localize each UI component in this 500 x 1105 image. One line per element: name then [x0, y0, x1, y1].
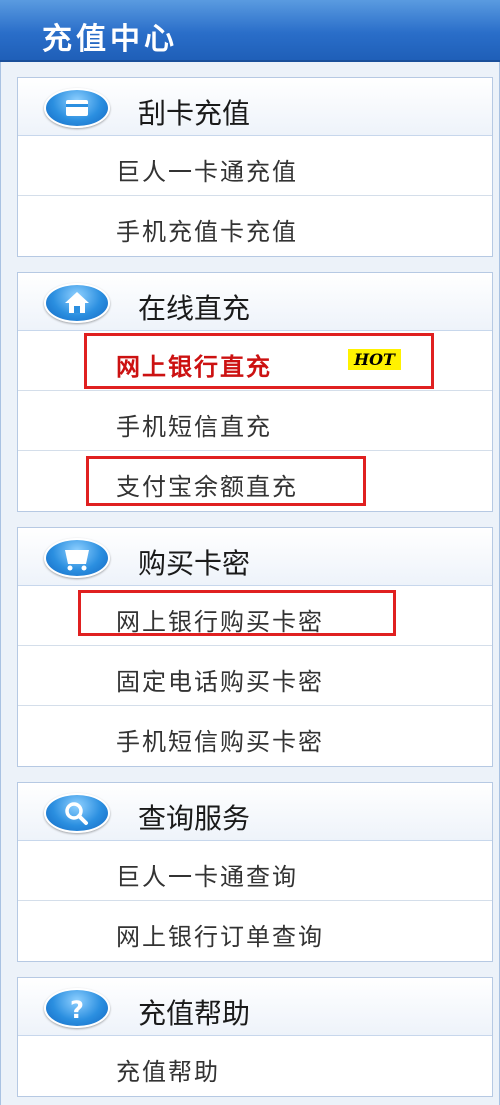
highlight-box — [84, 333, 434, 389]
help-icon: ? — [44, 988, 110, 1028]
section-title: 刮卡充值 — [138, 97, 251, 130]
svg-text:?: ? — [70, 996, 84, 1024]
menu-item-alipay-direct[interactable]: 支付宝余额直充 — [18, 451, 492, 511]
home-icon — [44, 283, 110, 323]
section-header[interactable]: 在线直充 — [18, 273, 492, 331]
menu-item-giant-card-query[interactable]: 巨人一卡通查询 — [18, 841, 492, 901]
menu-item-recharge-help[interactable]: 充值帮助 — [18, 1036, 492, 1096]
menu-item-label: 手机充值卡充值 — [116, 218, 298, 246]
menu-item-sms-direct[interactable]: 手机短信直充 — [18, 391, 492, 451]
menu-item-online-bank-buy[interactable]: 网上银行购买卡密 — [18, 586, 492, 646]
menu-item-label: 手机短信直充 — [116, 413, 272, 441]
page-title: 充值中心 — [42, 22, 178, 57]
menu-item-label: 网上银行订单查询 — [116, 923, 324, 951]
menu-item-label: 手机短信购买卡密 — [116, 728, 324, 756]
section-query-service: 查询服务 巨人一卡通查询 网上银行订单查询 — [17, 782, 493, 962]
sidebar-menu: 刮卡充值 巨人一卡通充值 手机充值卡充值 在线直充 网上银行直充 HOT 手机短… — [0, 62, 500, 1105]
cart-icon — [44, 538, 110, 578]
menu-item-label: 巨人一卡通查询 — [116, 863, 298, 891]
menu-item-landline-buy[interactable]: 固定电话购买卡密 — [18, 646, 492, 706]
menu-item-phone-card-recharge[interactable]: 手机充值卡充值 — [18, 196, 492, 256]
section-recharge-help: ? 充值帮助 充值帮助 — [17, 977, 493, 1097]
section-header[interactable]: 刮卡充值 — [18, 78, 492, 136]
section-title: 充值帮助 — [138, 997, 251, 1030]
section-header[interactable]: ? 充值帮助 — [18, 978, 492, 1036]
section-header[interactable]: 查询服务 — [18, 783, 492, 841]
menu-item-label: 固定电话购买卡密 — [116, 668, 324, 696]
section-title: 在线直充 — [138, 292, 251, 325]
section-buy-card-code: 购买卡密 网上银行购买卡密 固定电话购买卡密 手机短信购买卡密 — [17, 527, 493, 767]
menu-item-bank-order-query[interactable]: 网上银行订单查询 — [18, 901, 492, 961]
menu-item-label: 充值帮助 — [116, 1058, 220, 1086]
menu-item-giant-card-recharge[interactable]: 巨人一卡通充值 — [18, 136, 492, 196]
section-scratch-card: 刮卡充值 巨人一卡通充值 手机充值卡充值 — [17, 77, 493, 257]
recharge-center-header: 充值中心 — [0, 0, 500, 62]
section-title: 查询服务 — [138, 802, 251, 835]
highlight-box — [78, 590, 396, 636]
menu-item-sms-buy[interactable]: 手机短信购买卡密 — [18, 706, 492, 766]
card-icon — [44, 88, 110, 128]
section-header[interactable]: 购买卡密 — [18, 528, 492, 586]
highlight-box — [86, 456, 366, 506]
section-title: 购买卡密 — [138, 547, 251, 580]
menu-item-online-bank-direct[interactable]: 网上银行直充 HOT — [18, 331, 492, 391]
section-online-direct: 在线直充 网上银行直充 HOT 手机短信直充 支付宝余额直充 — [17, 272, 493, 512]
menu-item-label: 巨人一卡通充值 — [116, 158, 298, 186]
search-icon — [44, 793, 110, 833]
